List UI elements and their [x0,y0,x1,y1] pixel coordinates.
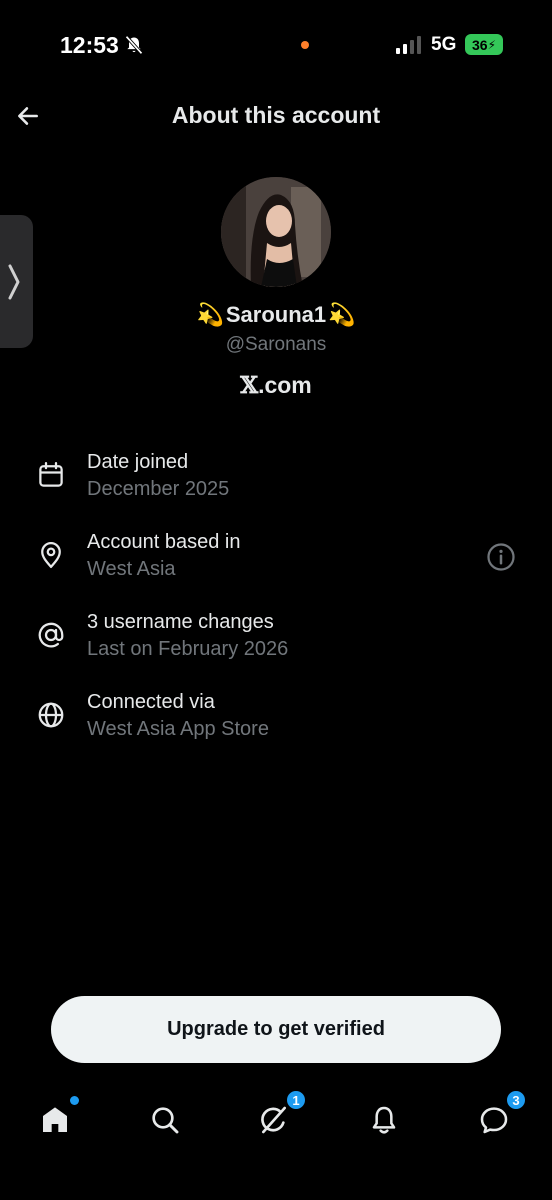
tab-messages[interactable]: 3 [474,1090,526,1140]
tab-grok[interactable]: 1 [254,1090,306,1140]
page-title: About this account [171,102,381,128]
display-name: Sarouna1 [225,302,327,327]
info-title: Account based in [87,531,241,553]
chevron-right-icon [8,264,19,299]
account-info-list: Date joined December 2025 Account based … [0,448,552,768]
info-subtitle: West Asia [87,558,176,580]
username-handle: @Saronans [225,334,327,355]
side-drawer-handle[interactable] [0,215,33,348]
info-subtitle: West Asia App Store [87,718,269,740]
calendar-icon [39,462,63,487]
info-row-date-joined: Date joined December 2025 [0,448,552,528]
info-row-connected-via: Connected via West Asia App Store [0,688,552,768]
battery-level: 36 [471,36,488,53]
bell-slash-icon [125,35,143,55]
dizzy-emoji-left: 💫 [196,302,224,327]
avatar[interactable] [221,177,331,287]
bottom-tab-bar: 1 3 [0,1090,552,1150]
info-title: Date joined [87,451,189,473]
status-bar: 12:53 5G 36 ⚡ [0,0,552,90]
dizzy-emoji-right: 💫 [328,302,356,327]
search-icon [152,1107,179,1134]
network-type: 5G [431,34,457,55]
chat-bubble-icon [480,1107,508,1134]
display-name-row: 💫 Sarouna1 💫 [0,302,552,328]
charging-bolt-icon: ⚡ [487,37,496,52]
grok-icon [261,1106,286,1134]
info-row-username-changes: 3 username changes Last on February 2026 [0,608,552,688]
recording-indicator-dot [301,41,309,49]
info-title: 3 username changes [87,611,274,633]
battery-charging-icon: 36 ⚡ [465,34,503,55]
site-domain: .com [258,372,312,398]
signal-bars-icon [396,36,421,54]
tab-notifications[interactable] [364,1100,404,1140]
info-subtitle: Last on February 2026 [87,638,289,660]
info-title: Connected via [87,691,215,713]
tab-home[interactable] [35,1096,79,1140]
avatar-photo [221,177,331,287]
location-pin-icon [41,542,61,568]
messages-badge: 3 [506,1090,526,1110]
tab-search[interactable] [145,1100,185,1140]
site-link: 𝕏.com [0,372,552,399]
info-subtitle: December 2025 [87,478,230,500]
upgrade-verified-button[interactable]: Upgrade to get verified [51,996,501,1063]
info-icon[interactable] [486,542,516,572]
at-sign-icon [38,622,64,648]
x-logo-glyph: 𝕏 [240,372,259,399]
info-row-account-location: Account based in West Asia [0,528,552,608]
bell-icon [372,1106,396,1134]
header: About this account [0,94,552,138]
home-unread-dot [70,1096,79,1105]
home-icon [43,1107,67,1132]
grok-badge: 1 [286,1090,306,1110]
globe-icon [38,702,64,728]
status-time: 12:53 [60,32,119,58]
